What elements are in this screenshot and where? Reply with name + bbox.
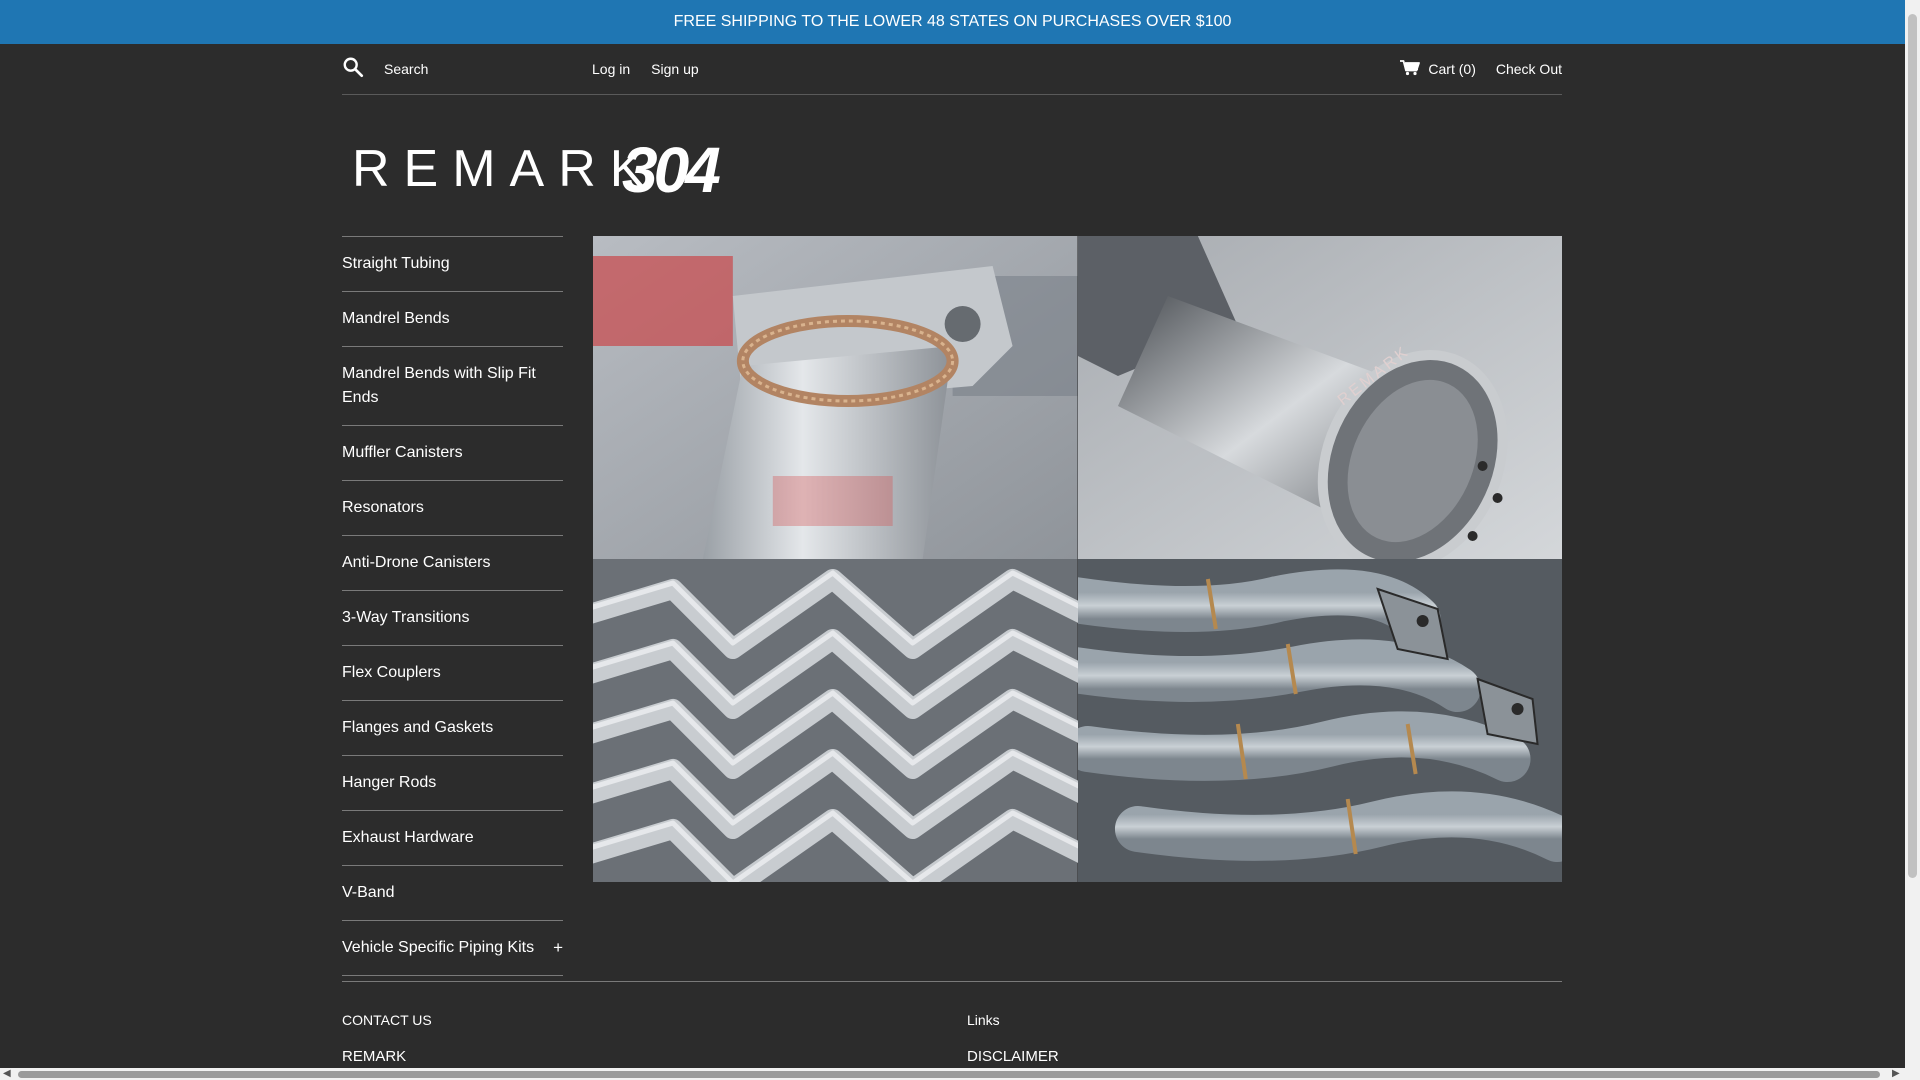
vertical-scroll-thumb[interactable] xyxy=(1908,14,1917,878)
sidebar-item-straight-tubing[interactable]: Straight Tubing xyxy=(342,237,563,292)
sidebar-item-label: Mandrel Bends xyxy=(342,310,450,327)
logo-text-right: 304 xyxy=(622,136,720,196)
sidebar-item-label: Resonators xyxy=(342,499,424,516)
sidebar-item-flanges-gaskets[interactable]: Flanges and Gaskets xyxy=(342,701,563,756)
logo-text-left: REMARK xyxy=(352,140,658,196)
hero-image-header-pipes xyxy=(1077,559,1562,882)
site-logo[interactable]: REMARK 304 xyxy=(350,134,750,206)
checkout-link[interactable]: Check Out xyxy=(1496,61,1562,77)
sidebar-item-label: 3-Way Transitions xyxy=(342,609,470,626)
footer-disclaimer-link[interactable]: DISCLAIMER xyxy=(967,1048,1059,1065)
sidebar-item-label: Vehicle Specific Piping Kits xyxy=(342,939,535,956)
vertical-scrollbar[interactable] xyxy=(1905,0,1920,1080)
sidebar-item-flex-couplers[interactable]: Flex Couplers xyxy=(342,646,563,701)
sidebar-item-label: Muffler Canisters xyxy=(342,444,463,461)
scroll-left-icon[interactable]: ◀ xyxy=(3,1068,11,1080)
footer-divider xyxy=(342,981,1562,982)
hero-image-exhaust-tip: REMARK xyxy=(1077,236,1562,559)
expand-plus-icon[interactable]: + xyxy=(553,936,563,960)
cart-label: Cart (0) xyxy=(1428,61,1476,77)
sidebar-item-3-way-transitions[interactable]: 3-Way Transitions xyxy=(342,591,563,646)
sidebar-item-vehicle-kits[interactable]: Vehicle Specific Piping Kits + xyxy=(342,921,563,976)
announcement-bar: FREE SHIPPING TO THE LOWER 48 STATES ON … xyxy=(0,0,1905,44)
footer-contact-heading: CONTACT US xyxy=(342,1012,432,1028)
sidebar-item-label: Straight Tubing xyxy=(342,255,450,272)
footer-contact-remark: REMARK xyxy=(342,1048,407,1065)
horizontal-scrollbar[interactable]: ◀ ▶ xyxy=(0,1068,1905,1080)
search-input[interactable] xyxy=(382,60,586,78)
signup-link[interactable]: Sign up xyxy=(651,61,698,77)
sidebar-item-mandrel-bends[interactable]: Mandrel Bends xyxy=(342,292,563,347)
hero-image-flange-weld xyxy=(593,236,1078,559)
cart-icon xyxy=(1400,59,1421,79)
sidebar-item-label: Hanger Rods xyxy=(342,774,437,791)
sidebar-item-hanger-rods[interactable]: Hanger Rods xyxy=(342,756,563,811)
scroll-right-icon[interactable]: ▶ xyxy=(1892,1068,1900,1080)
sidebar-item-muffler-canisters[interactable]: Muffler Canisters xyxy=(342,426,563,481)
site-header: Log in Sign up Cart (0) Check Out xyxy=(342,44,1562,95)
search-icon[interactable] xyxy=(342,56,364,83)
sidebar-item-label: Mandrel Bends with Slip Fit Ends xyxy=(342,365,536,406)
login-link[interactable]: Log in xyxy=(592,61,630,77)
sidebar-item-v-band[interactable]: V-Band xyxy=(342,866,563,921)
announcement-text: FREE SHIPPING TO THE LOWER 48 STATES ON … xyxy=(673,13,1232,30)
search-form xyxy=(342,56,592,83)
sidebar-item-label: Flanges and Gaskets xyxy=(342,719,494,736)
hero-collage[interactable]: REMARK xyxy=(593,236,1562,882)
sidebar-item-anti-drone-canisters[interactable]: Anti-Drone Canisters xyxy=(342,536,563,591)
hero-image-mandrel-bends xyxy=(593,559,1078,882)
collection-sidebar: Straight Tubing Mandrel Bends Mandrel Be… xyxy=(342,236,563,976)
sidebar-item-label: Flex Couplers xyxy=(342,664,441,681)
sidebar-item-exhaust-hardware[interactable]: Exhaust Hardware xyxy=(342,811,563,866)
sidebar-item-label: Exhaust Hardware xyxy=(342,829,474,846)
sidebar-item-mandrel-bends-slip-fit[interactable]: Mandrel Bends with Slip Fit Ends xyxy=(342,347,563,426)
sidebar-item-label: Anti-Drone Canisters xyxy=(342,554,491,571)
horizontal-scroll-thumb[interactable] xyxy=(18,1071,1880,1078)
cart-link[interactable]: Cart (0) xyxy=(1400,59,1476,79)
sidebar-item-label: V-Band xyxy=(342,884,395,901)
footer-links-heading: Links xyxy=(967,1012,1000,1028)
sidebar-item-resonators[interactable]: Resonators xyxy=(342,481,563,536)
